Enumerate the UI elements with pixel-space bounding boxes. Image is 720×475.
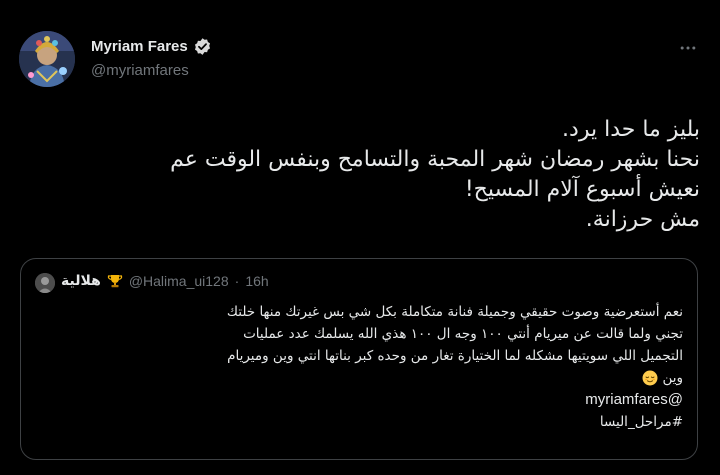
tweet-text-line: بليز ما حدا يرد.: [562, 117, 700, 142]
more-dots-icon: [680, 46, 696, 50]
trophy-icon: [107, 275, 122, 288]
quoted-author-handle: @Halima_ui128: [128, 273, 229, 289]
tweet-text: بليز ما حدا يرد. نحنا بشهر رمضان شهر الم…: [20, 115, 700, 235]
quoted-author-name: هلالية: [61, 273, 101, 289]
quoted-text-line-last: وين: [33, 367, 683, 389]
avatar-image: [19, 31, 75, 87]
mention-link[interactable]: @myriamfares: [585, 391, 683, 408]
author-handle[interactable]: @myriamfares: [91, 62, 189, 79]
more-options-button[interactable]: [676, 36, 700, 60]
author-name[interactable]: Myriam Fares: [91, 37, 212, 56]
author-name-text: Myriam Fares: [91, 38, 188, 55]
verified-badge-icon: [194, 38, 210, 55]
quoted-hashtag-line: #مراحل_اليسا: [33, 411, 683, 433]
quoted-text-line: تجني ولما قالت عن ميريام أنتي ١٠٠ وجه ال…: [243, 326, 683, 342]
quoted-tweet[interactable]: هلالية @Halima_ui128 · 16h نعم أستعرضية …: [20, 258, 698, 460]
tweet-text-line: مش حرزانة.: [585, 207, 700, 232]
quoted-avatar-image: [35, 273, 55, 293]
tweet-text-line: نعيش أسبوع آلام المسيح!: [464, 177, 700, 202]
quoted-text-line: التجميل اللي سويتيها مشكله لما الختيارة …: [227, 348, 683, 364]
hashtag-link[interactable]: #مراحل_اليسا: [600, 414, 683, 430]
quoted-tweet-text: نعم أستعرضية وصوت حقيقي وجميلة فنانة متك…: [33, 301, 683, 433]
tweet-card: Myriam Fares @myriamfares بليز ما حدا ير…: [0, 0, 720, 475]
quoted-tweet-avatar: [35, 273, 55, 293]
quoted-mention-line: @myriamfares: [33, 389, 683, 411]
quoted-text-line: نعم أستعرضية وصوت حقيقي وجميلة فنانة متك…: [226, 304, 683, 320]
tweet-text-line: نحنا بشهر رمضان شهر المحبة والتسامح وبنف…: [170, 147, 700, 172]
avatar[interactable]: [19, 31, 75, 87]
relieved-face-emoji-icon: [642, 370, 658, 386]
quoted-tweet-header: هلالية @Halima_ui128 · 16h: [61, 273, 269, 289]
separator-dot: ·: [234, 273, 240, 289]
quoted-tweet-time: 16h: [245, 273, 269, 289]
quoted-text-word: وين: [662, 370, 683, 386]
